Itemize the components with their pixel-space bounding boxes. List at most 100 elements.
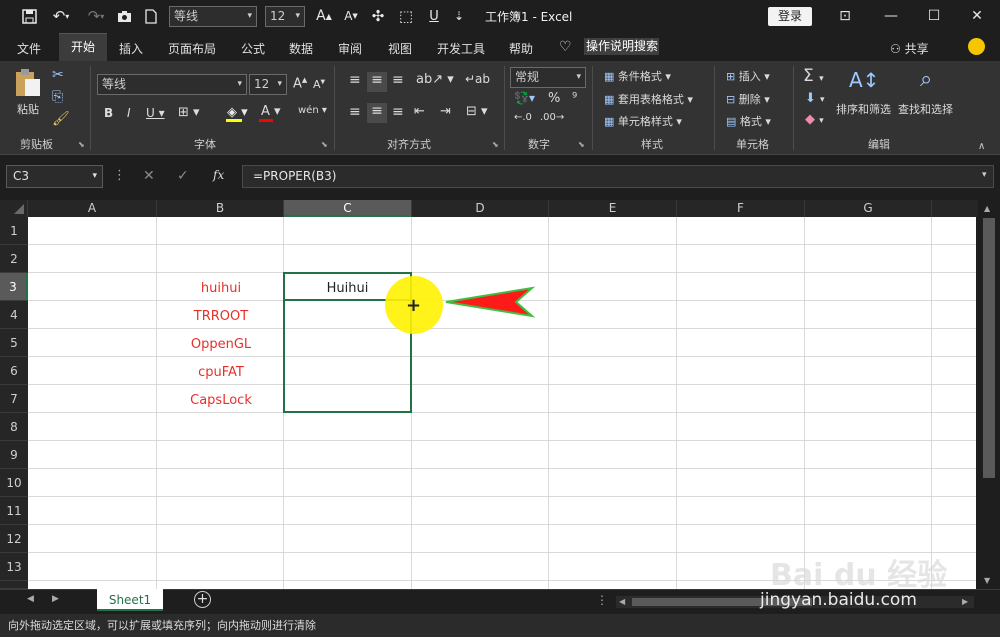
- smiley-icon[interactable]: [968, 38, 985, 55]
- sort-filter-icon[interactable]: A↕: [849, 68, 879, 92]
- minimize-icon[interactable]: —: [871, 3, 911, 29]
- percent-icon[interactable]: %: [548, 91, 560, 106]
- paste-label[interactable]: 粘贴: [17, 101, 39, 117]
- formula-input[interactable]: =PROPER(B3): [242, 165, 994, 188]
- cell-b7[interactable]: CapsLock: [157, 393, 285, 408]
- undo-icon[interactable]: ↶ ▾: [47, 5, 75, 27]
- scroll-up-icon[interactable]: ▲: [984, 204, 990, 213]
- increase-indent-icon[interactable]: ⇥: [440, 104, 451, 119]
- row-header-9[interactable]: 9: [0, 441, 28, 469]
- tab-developer[interactable]: 开发工具: [437, 40, 485, 57]
- font-name-select[interactable]: 等线 ▾: [97, 74, 247, 95]
- cell-style-button[interactable]: ▦ 单元格样式 ▾: [604, 113, 682, 129]
- save-icon[interactable]: [18, 5, 40, 27]
- font-color-icon[interactable]: A ▾: [261, 104, 281, 119]
- row-header-7[interactable]: 7: [0, 385, 28, 413]
- expand-formula-icon[interactable]: ▾: [982, 170, 987, 180]
- align-top-icon[interactable]: ≡: [349, 72, 361, 88]
- collapse-ribbon-icon[interactable]: ∧: [978, 141, 985, 152]
- selection-frame-icon[interactable]: ⬚: [396, 5, 416, 27]
- tab-formulas[interactable]: 公式: [241, 40, 265, 57]
- phonetic-icon[interactable]: wén ▾: [298, 105, 327, 116]
- select-all-corner[interactable]: [0, 200, 28, 217]
- row-header-10[interactable]: 10: [0, 469, 28, 497]
- column-header-f[interactable]: F: [677, 200, 805, 217]
- sheet-tab-sheet1[interactable]: Sheet1: [97, 589, 163, 611]
- align-center-icon[interactable]: ≡: [367, 103, 387, 123]
- fill-color-icon[interactable]: ◈ ▾: [227, 105, 248, 120]
- row-header-12[interactable]: 12: [0, 525, 28, 553]
- borders-icon[interactable]: ⊞ ▾: [178, 105, 200, 120]
- quick-font-size[interactable]: 12 ▾: [265, 6, 305, 27]
- cell-b4[interactable]: TRROOT: [157, 309, 285, 324]
- row-header-5[interactable]: 5: [0, 329, 28, 357]
- row-header-11[interactable]: 11: [0, 497, 28, 525]
- sort-filter-label[interactable]: 排序和筛选: [836, 101, 891, 117]
- row-header-4[interactable]: 4: [0, 301, 28, 329]
- tab-data[interactable]: 数据: [289, 40, 313, 57]
- insert-cells-button[interactable]: ⊞ 插入 ▾: [726, 68, 770, 84]
- clear-icon[interactable]: ◆ ▾: [805, 112, 824, 127]
- alignment-launcher-icon[interactable]: ⬊: [492, 140, 499, 149]
- row-header-3[interactable]: 3: [0, 273, 28, 301]
- column-header-a[interactable]: A: [28, 200, 157, 217]
- clipboard-launcher-icon[interactable]: ⬊: [78, 140, 85, 149]
- row-header-6[interactable]: 6: [0, 357, 28, 385]
- row-header-13[interactable]: 13: [0, 553, 28, 581]
- ribbon-display-icon[interactable]: ⊡: [825, 3, 865, 29]
- wrap-text-icon[interactable]: ↵ab: [465, 72, 490, 86]
- customize-qat-icon[interactable]: ⇣: [451, 5, 467, 27]
- increase-decimal-icon[interactable]: ←.0: [514, 112, 532, 123]
- cell-b3[interactable]: huihui: [157, 281, 285, 296]
- align-middle-icon[interactable]: ≡: [367, 72, 387, 92]
- accounting-format-icon[interactable]: 💱▾: [514, 91, 535, 105]
- cut-icon[interactable]: ✂: [52, 67, 64, 83]
- redo-icon[interactable]: ↷ ▾: [82, 5, 110, 27]
- maximize-icon[interactable]: ☐: [914, 3, 954, 29]
- quick-font-name[interactable]: 等线 ▾: [169, 6, 257, 27]
- cell-b6[interactable]: cpuFAT: [157, 365, 285, 380]
- insert-function-icon[interactable]: fx: [213, 168, 224, 182]
- shrink-font-icon[interactable]: A ▼: [341, 5, 361, 27]
- camera-icon[interactable]: [114, 5, 134, 27]
- new-file-icon[interactable]: [142, 5, 160, 27]
- scroll-right-icon[interactable]: ▶: [962, 597, 968, 606]
- decrease-font-icon[interactable]: A▼: [313, 78, 325, 91]
- column-header-b[interactable]: B: [157, 200, 284, 217]
- prev-sheet-icon[interactable]: ◀: [27, 594, 34, 604]
- grow-font-icon[interactable]: A ▲: [314, 5, 334, 27]
- column-header-d[interactable]: D: [412, 200, 549, 217]
- more-options-icon[interactable]: ⋮: [113, 168, 126, 183]
- tab-review[interactable]: 审阅: [338, 40, 362, 57]
- decrease-decimal-icon[interactable]: .00→: [540, 112, 564, 123]
- delete-cells-button[interactable]: ⊟ 删除 ▾: [726, 91, 770, 107]
- row-header-2[interactable]: 2: [0, 245, 28, 273]
- align-right-icon[interactable]: ≡: [392, 104, 404, 120]
- align-bottom-icon[interactable]: ≡: [392, 72, 404, 88]
- font-launcher-icon[interactable]: ⬊: [321, 140, 328, 149]
- fill-icon[interactable]: ⬇ ▾: [805, 91, 825, 106]
- conditional-format-button[interactable]: ▦ 条件格式 ▾: [604, 68, 671, 84]
- autosum-icon[interactable]: Σ ▾: [803, 66, 824, 86]
- cancel-entry-icon[interactable]: ✕: [143, 168, 155, 184]
- underline-button-icon[interactable]: U ▾: [146, 106, 165, 120]
- decrease-indent-icon[interactable]: ⇤: [414, 104, 425, 119]
- comma-style-icon[interactable]: ⁹: [572, 91, 577, 106]
- tab-page-layout[interactable]: 页面布局: [168, 40, 216, 57]
- name-box[interactable]: C3 ▾: [6, 165, 103, 188]
- tab-view[interactable]: 视图: [388, 40, 412, 57]
- confirm-entry-icon[interactable]: ✓: [177, 168, 189, 184]
- number-launcher-icon[interactable]: ⬊: [578, 140, 585, 149]
- row-header-14-partial[interactable]: [0, 581, 28, 589]
- login-button[interactable]: 登录: [768, 7, 812, 26]
- column-header-g[interactable]: G: [805, 200, 932, 217]
- table-format-button[interactable]: ▦ 套用表格格式 ▾: [604, 91, 693, 107]
- row-header-1[interactable]: 1: [0, 217, 28, 245]
- tell-me-search[interactable]: 操作说明搜索: [584, 38, 659, 55]
- worksheet-grid[interactable]: huihui TRROOT OppenGL cpuFAT CapsLock Hu…: [28, 217, 976, 589]
- format-cells-button[interactable]: ▤ 格式 ▾: [726, 113, 771, 129]
- format-painter-icon[interactable]: 🖌: [52, 111, 70, 127]
- underline-icon[interactable]: U: [424, 5, 444, 27]
- tab-help[interactable]: 帮助: [509, 40, 533, 57]
- align-left-icon[interactable]: ≡: [349, 104, 361, 120]
